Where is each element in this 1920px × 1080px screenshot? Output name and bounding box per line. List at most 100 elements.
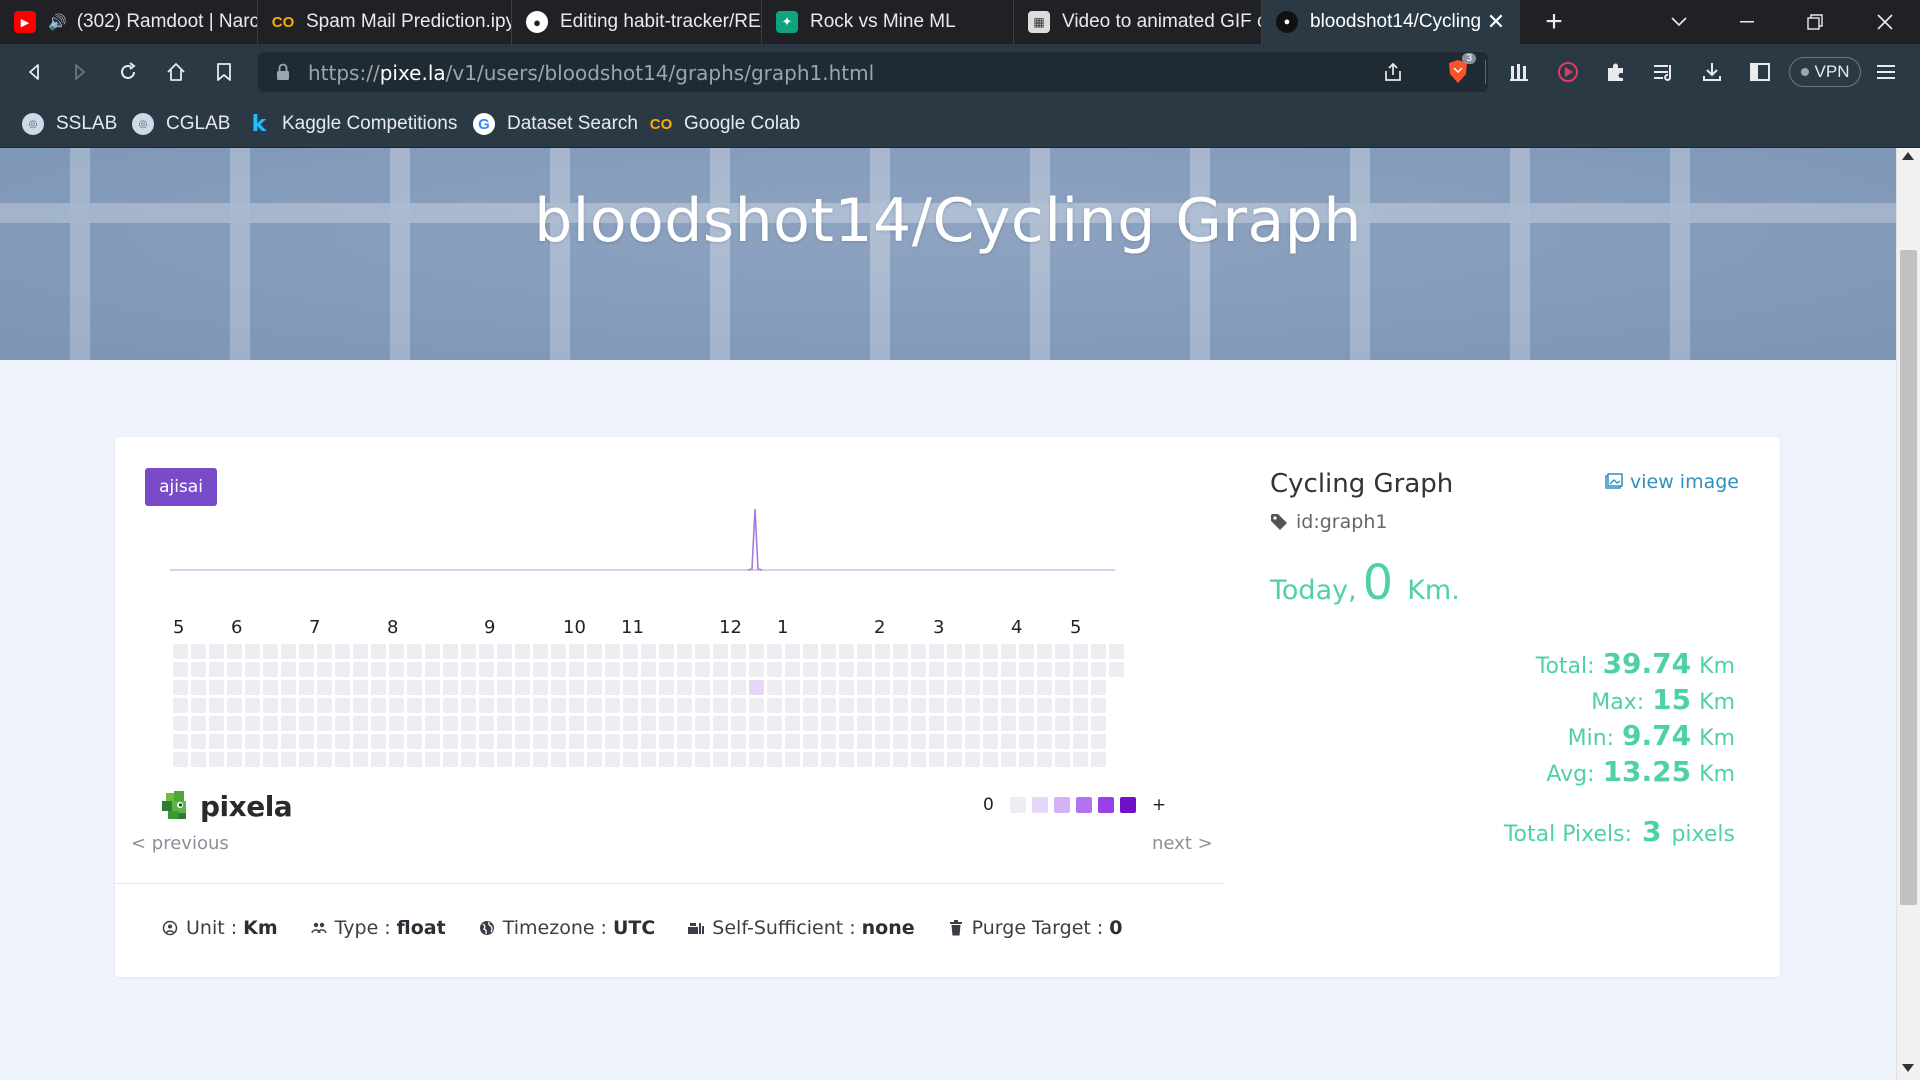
heatmap-cell[interactable]: [1091, 752, 1106, 767]
tab-cycling-graph[interactable]: ● bloodshot14/Cycling ✕: [1262, 0, 1520, 44]
heatmap-cell[interactable]: [1091, 644, 1106, 659]
heatmap-cell[interactable]: [929, 734, 944, 749]
heatmap-cell[interactable]: [641, 680, 656, 695]
heatmap-cell[interactable]: [497, 716, 512, 731]
heatmap-cell[interactable]: [227, 644, 242, 659]
heatmap-cell[interactable]: [911, 734, 926, 749]
heatmap-cell[interactable]: [443, 716, 458, 731]
heatmap-cell[interactable]: [857, 644, 872, 659]
heatmap-cell[interactable]: [425, 644, 440, 659]
heatmap-cell[interactable]: [623, 752, 638, 767]
heatmap-cell[interactable]: [983, 734, 998, 749]
heatmap-cell[interactable]: [173, 680, 188, 695]
heatmap-cell[interactable]: [929, 662, 944, 677]
heatmap-cell[interactable]: [263, 716, 278, 731]
heatmap-cell[interactable]: [443, 644, 458, 659]
heatmap-cell[interactable]: [353, 716, 368, 731]
scroll-up-arrow-icon[interactable]: [1902, 152, 1914, 160]
heatmap-cell[interactable]: [281, 698, 296, 713]
heatmap-cell[interactable]: [479, 680, 494, 695]
heatmap-cell[interactable]: [677, 734, 692, 749]
heatmap-cell[interactable]: [497, 752, 512, 767]
heatmap-cell[interactable]: [947, 734, 962, 749]
heatmap-cell[interactable]: [371, 716, 386, 731]
heatmap-cell[interactable]: [1055, 716, 1070, 731]
heatmap-cell[interactable]: [209, 752, 224, 767]
heatmap-cell[interactable]: [353, 662, 368, 677]
heatmap-cell[interactable]: [407, 716, 422, 731]
heatmap-cell[interactable]: [371, 698, 386, 713]
heatmap-cell[interactable]: [317, 716, 332, 731]
heatmap-cell[interactable]: [1091, 680, 1106, 695]
heatmap-cell[interactable]: [281, 680, 296, 695]
heatmap-cell[interactable]: [569, 734, 584, 749]
heatmap-cell[interactable]: [1037, 680, 1052, 695]
heatmap-cell[interactable]: [245, 644, 260, 659]
heatmap-cell[interactable]: [389, 644, 404, 659]
heatmap-cell[interactable]: [281, 662, 296, 677]
heatmap-cell[interactable]: [479, 752, 494, 767]
heatmap-cell[interactable]: [1001, 716, 1016, 731]
heatmap-cell[interactable]: [515, 680, 530, 695]
heatmap-cell[interactable]: [641, 644, 656, 659]
heatmap-cell[interactable]: [803, 716, 818, 731]
heatmap-cell[interactable]: [875, 734, 890, 749]
heatmap-cell[interactable]: [947, 716, 962, 731]
heatmap-cell[interactable]: [605, 662, 620, 677]
heatmap-cell[interactable]: [353, 734, 368, 749]
heatmap-cell[interactable]: [317, 734, 332, 749]
heatmap-cell[interactable]: [1073, 680, 1088, 695]
scroll-thumb[interactable]: [1900, 250, 1917, 905]
heatmap-cell[interactable]: [605, 680, 620, 695]
heatmap-cell[interactable]: [965, 662, 980, 677]
heatmap-cell[interactable]: [839, 716, 854, 731]
heatmap-cell[interactable]: [443, 734, 458, 749]
heatmap-cell[interactable]: [713, 752, 728, 767]
heatmap-cell[interactable]: [479, 662, 494, 677]
minimize-button[interactable]: [1724, 0, 1770, 44]
heatmap-cell[interactable]: [209, 734, 224, 749]
heatmap-cell[interactable]: [569, 644, 584, 659]
heatmap-cell[interactable]: [713, 716, 728, 731]
heatmap-cell[interactable]: [875, 662, 890, 677]
heatmap-cell[interactable]: [245, 734, 260, 749]
heatmap-cell[interactable]: [929, 698, 944, 713]
heatmap-cell[interactable]: [875, 680, 890, 695]
heatmap-cell[interactable]: [659, 716, 674, 731]
heatmap-cell[interactable]: [749, 752, 764, 767]
heatmap-cell[interactable]: [677, 662, 692, 677]
heatmap-cell[interactable]: [317, 662, 332, 677]
heatmap-cell[interactable]: [821, 662, 836, 677]
heatmap-cell[interactable]: [785, 698, 800, 713]
heatmap-cell[interactable]: [677, 752, 692, 767]
heatmap-cell[interactable]: [1019, 662, 1034, 677]
heatmap-cell[interactable]: [317, 698, 332, 713]
heatmap-cell[interactable]: [515, 734, 530, 749]
heatmap-cell[interactable]: [587, 644, 602, 659]
heatmap-cell[interactable]: [497, 662, 512, 677]
heatmap-cell[interactable]: [551, 716, 566, 731]
heatmap-cell[interactable]: [821, 752, 836, 767]
bookmark-button[interactable]: [206, 54, 242, 90]
heatmap-cell[interactable]: [317, 752, 332, 767]
heatmap-cell[interactable]: [1001, 698, 1016, 713]
heatmap-cell[interactable]: [353, 644, 368, 659]
tab-spam-mail[interactable]: CO Spam Mail Prediction.ipy: [258, 0, 512, 44]
heatmap-cell[interactable]: [479, 644, 494, 659]
heatmap-cell[interactable]: [461, 752, 476, 767]
heatmap-cell[interactable]: [731, 734, 746, 749]
heatmap-cell[interactable]: [1073, 662, 1088, 677]
heatmap-cell[interactable]: [1001, 734, 1016, 749]
speaker-icon[interactable]: 🔊: [48, 13, 67, 31]
heatmap-cell[interactable]: [767, 752, 782, 767]
vpn-button[interactable]: VPN: [1789, 57, 1861, 87]
heatmap-cell[interactable]: [1037, 734, 1052, 749]
heatmap-cell[interactable]: [245, 752, 260, 767]
library-button[interactable]: [1504, 56, 1536, 88]
heatmap-cell[interactable]: [839, 680, 854, 695]
heatmap-cell[interactable]: [587, 734, 602, 749]
heatmap-cell[interactable]: [587, 716, 602, 731]
heatmap-cell[interactable]: [461, 662, 476, 677]
heatmap-cell[interactable]: [623, 698, 638, 713]
heatmap-cell[interactable]: [605, 698, 620, 713]
